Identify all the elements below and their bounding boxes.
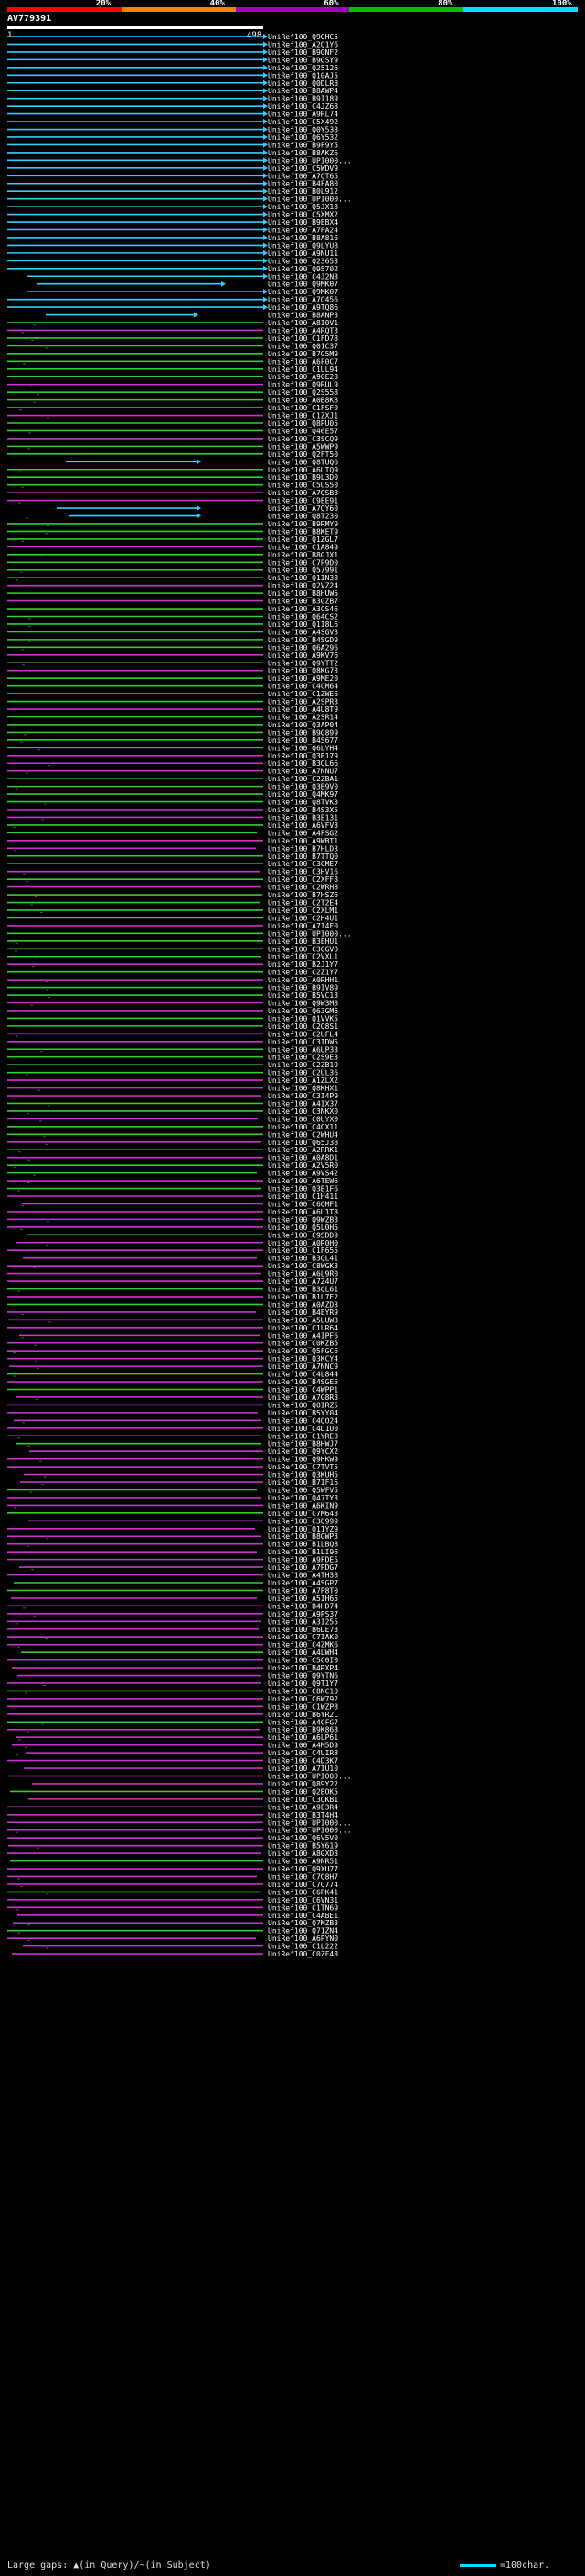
hit-end-arrow: [194, 312, 198, 318]
scale-line: [460, 2563, 496, 2567]
scale-label: =100char.: [500, 2560, 550, 2571]
scale-legend: =100char.: [460, 2560, 549, 2571]
hits-panel: UniRef100_Q9GHC5UniRef100_A2Q1Y6UniRef10…: [7, 33, 352, 1958]
hit-end-arrow: [197, 513, 201, 519]
hit-end-arrow: [221, 281, 226, 287]
hit-end-arrow: [197, 505, 201, 512]
hit-label[interactable]: UniRef100_C0ZF48: [268, 1950, 338, 1958]
hit-end-arrow: [197, 459, 201, 465]
large-gaps-legend: Large gaps: ▲(in Query)/~(in Subject): [7, 2560, 211, 2571]
